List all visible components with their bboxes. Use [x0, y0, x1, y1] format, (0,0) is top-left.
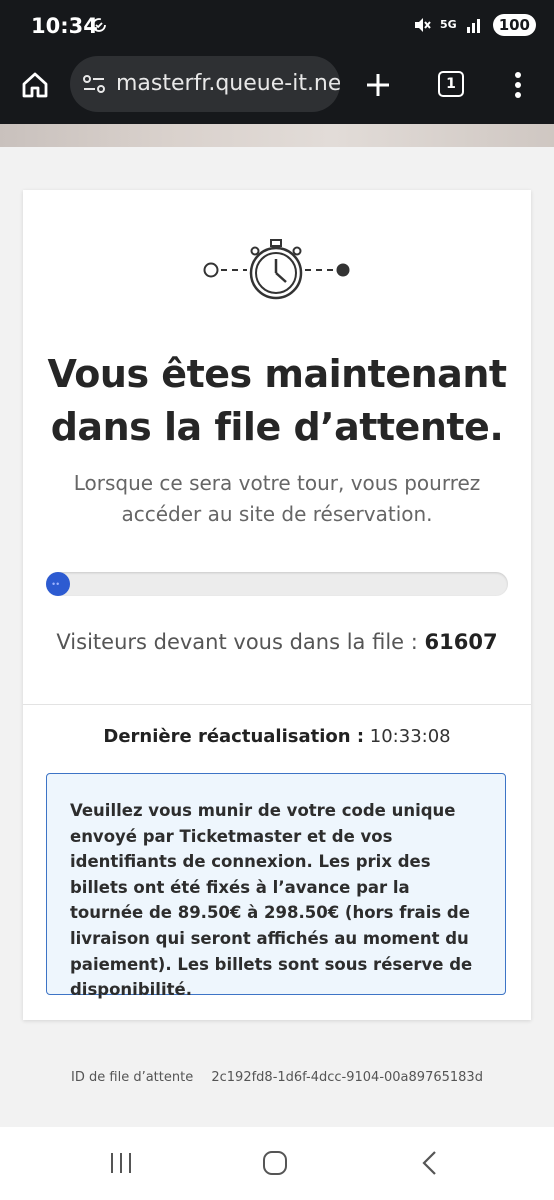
- page-subtitle: Lorsque ce sera votre tour, vous pourrez…: [73, 471, 481, 526]
- home-button-icon[interactable]: [262, 1150, 288, 1176]
- queue-id-label: ID de file d’attente: [71, 1070, 194, 1085]
- last-update-label: Dernière réactualisation :: [103, 726, 365, 747]
- last-update-value: 10:33:08: [369, 726, 451, 747]
- last-update: Dernière réactualisation : 10:33:08: [43, 726, 511, 747]
- browser-toolbar: masterfr.queue-it.net 1: [0, 52, 554, 124]
- mute-icon: [415, 18, 431, 32]
- status-time: 10:34: [31, 14, 98, 38]
- queue-progress-bar: ••: [46, 572, 508, 596]
- queue-card: Vous êtes maintenant dans la file d’atte…: [23, 190, 531, 1020]
- progress-indicator: ••: [52, 579, 61, 589]
- info-notice: Veuillez vous munir de votre code unique…: [46, 773, 506, 999]
- tab-count: 1: [446, 76, 456, 92]
- queue-id: ID de file d’attente 2c192fd8-1d6f-4dcc-…: [0, 1070, 554, 1085]
- site-settings-icon[interactable]: [82, 74, 106, 94]
- visitors-ahead-label: Visiteurs devant vous dans la file :: [56, 630, 418, 654]
- recent-apps-icon[interactable]: [108, 1151, 134, 1175]
- header-image: [0, 124, 554, 147]
- url-text[interactable]: masterfr.queue-it.net: [116, 71, 340, 96]
- divider: [23, 704, 531, 705]
- page-title: Vous êtes maintenant dans la file d’atte…: [47, 352, 507, 449]
- signal-icon: [466, 19, 480, 33]
- navigation-bar: [0, 1127, 554, 1200]
- network-type: 5G: [440, 18, 457, 31]
- battery-level: 100: [492, 14, 536, 36]
- progress-fill: ••: [46, 572, 70, 596]
- stopwatch-icon: [203, 239, 350, 300]
- home-icon[interactable]: [20, 70, 50, 100]
- visitors-ahead-value: 61607: [424, 630, 498, 654]
- visitors-ahead: Visiteurs devant vous dans la file : 616…: [43, 630, 511, 654]
- sync-icon: [92, 18, 106, 32]
- new-tab-icon[interactable]: [363, 70, 393, 100]
- queue-id-value: 2c192fd8-1d6f-4dcc-9104-00a89765183d: [211, 1070, 483, 1085]
- back-icon[interactable]: [420, 1150, 440, 1176]
- tab-switcher-icon[interactable]: 1: [438, 71, 464, 97]
- status-bar: 10:34 5G 100: [0, 0, 554, 52]
- menu-icon[interactable]: [508, 70, 528, 100]
- address-bar[interactable]: masterfr.queue-it.net: [70, 56, 340, 112]
